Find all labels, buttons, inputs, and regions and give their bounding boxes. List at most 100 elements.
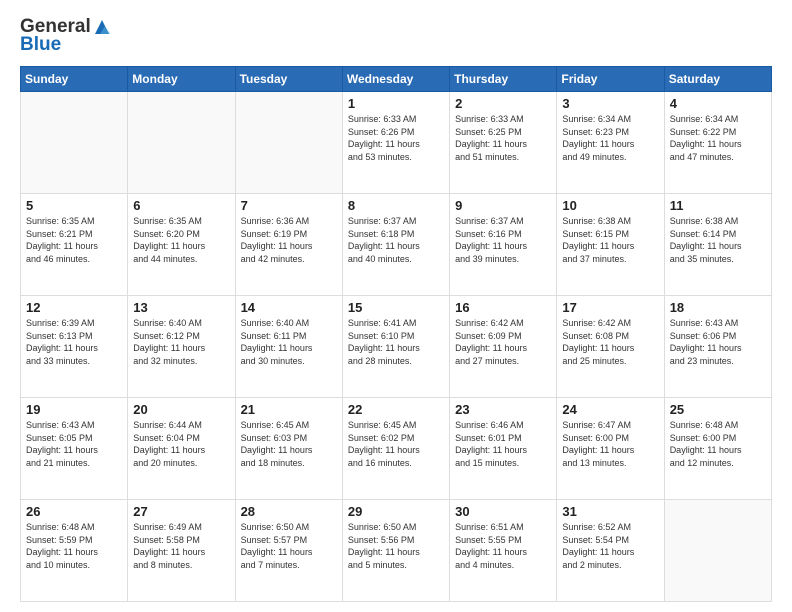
day-number: 28	[241, 504, 337, 519]
page-header: General Blue	[20, 16, 772, 56]
calendar-cell: 23Sunrise: 6:46 AM Sunset: 6:01 PM Dayli…	[450, 398, 557, 500]
day-number: 19	[26, 402, 122, 417]
day-info: Sunrise: 6:33 AM Sunset: 6:26 PM Dayligh…	[348, 113, 444, 163]
day-number: 23	[455, 402, 551, 417]
day-number: 4	[670, 96, 766, 111]
calendar-week-0: 1 Sunrise: 6:33 AM Sunset: 6:26 PM Daylig…	[21, 92, 772, 194]
day-info: Sunrise: 6:45 AM Sunset: 6:02 PM Dayligh…	[348, 419, 444, 469]
calendar-cell: 28 Sunrise: 6:50 AM Sunset: 5:57 PM Dayli…	[235, 500, 342, 602]
day-number: 22	[348, 402, 444, 417]
day-info: Sunrise: 6:49 AM Sunset: 5:58 PM Dayligh…	[133, 521, 229, 571]
day-number: 26	[26, 504, 122, 519]
day-number: 18	[670, 300, 766, 315]
calendar-cell: 16 Sunrise: 6:42 AM Sunset: 6:09 PM Dayli…	[450, 296, 557, 398]
day-info: Sunrise: 6:43 AM Sunset: 6:06 PM Dayligh…	[670, 317, 766, 367]
day-info: Sunrise: 6:35 AM Sunset: 6:20 PM Dayligh…	[133, 215, 229, 265]
calendar-week-3: 19 Sunrise: 6:43 AM Sunset: 6:05 PM Dayli…	[21, 398, 772, 500]
calendar-cell: 26 Sunrise: 6:48 AM Sunset: 5:59 PM Dayli…	[21, 500, 128, 602]
day-number: 12	[26, 300, 122, 315]
day-info: Sunrise: 6:51 AM Sunset: 5:55 PM Dayligh…	[455, 521, 551, 571]
calendar-cell: 4 Sunrise: 6:34 AM Sunset: 6:22 PM Daylig…	[664, 92, 771, 194]
day-info: Sunrise: 6:38 AM Sunset: 6:14 PM Dayligh…	[670, 215, 766, 265]
calendar-week-2: 12 Sunrise: 6:39 AM Sunset: 6:13 PM Dayli…	[21, 296, 772, 398]
day-info: Sunrise: 6:40 AM Sunset: 6:12 PM Dayligh…	[133, 317, 229, 367]
calendar-cell: 10Sunrise: 6:38 AM Sunset: 6:15 PM Dayli…	[557, 194, 664, 296]
day-number: 6	[133, 198, 229, 213]
day-info: Sunrise: 6:43 AM Sunset: 6:05 PM Dayligh…	[26, 419, 122, 469]
calendar-cell: 3 Sunrise: 6:34 AM Sunset: 6:23 PM Daylig…	[557, 92, 664, 194]
day-info: Sunrise: 6:42 AM Sunset: 6:08 PM Dayligh…	[562, 317, 658, 367]
weekday-header-friday: Friday	[557, 67, 664, 92]
day-number: 5	[26, 198, 122, 213]
logo-icon	[91, 16, 113, 38]
day-info: Sunrise: 6:34 AM Sunset: 6:23 PM Dayligh…	[562, 113, 658, 163]
calendar-cell	[664, 500, 771, 602]
day-info: Sunrise: 6:39 AM Sunset: 6:13 PM Dayligh…	[26, 317, 122, 367]
day-number: 13	[133, 300, 229, 315]
calendar-cell: 11Sunrise: 6:38 AM Sunset: 6:14 PM Dayli…	[664, 194, 771, 296]
day-info: Sunrise: 6:37 AM Sunset: 6:16 PM Dayligh…	[455, 215, 551, 265]
day-info: Sunrise: 6:48 AM Sunset: 6:00 PM Dayligh…	[670, 419, 766, 469]
calendar-cell: 7 Sunrise: 6:36 AM Sunset: 6:19 PM Daylig…	[235, 194, 342, 296]
day-number: 24	[562, 402, 658, 417]
day-info: Sunrise: 6:52 AM Sunset: 5:54 PM Dayligh…	[562, 521, 658, 571]
day-info: Sunrise: 6:50 AM Sunset: 5:57 PM Dayligh…	[241, 521, 337, 571]
weekday-header-sunday: Sunday	[21, 67, 128, 92]
calendar-cell: 19 Sunrise: 6:43 AM Sunset: 6:05 PM Dayli…	[21, 398, 128, 500]
calendar-cell: 14 Sunrise: 6:40 AM Sunset: 6:11 PM Dayli…	[235, 296, 342, 398]
day-info: Sunrise: 6:48 AM Sunset: 5:59 PM Dayligh…	[26, 521, 122, 571]
day-number: 2	[455, 96, 551, 111]
day-number: 1	[348, 96, 444, 111]
day-number: 14	[241, 300, 337, 315]
day-info: Sunrise: 6:50 AM Sunset: 5:56 PM Dayligh…	[348, 521, 444, 571]
day-info: Sunrise: 6:40 AM Sunset: 6:11 PM Dayligh…	[241, 317, 337, 367]
calendar-cell: 31 Sunrise: 6:52 AM Sunset: 5:54 PM Dayli…	[557, 500, 664, 602]
day-number: 27	[133, 504, 229, 519]
calendar-cell: 20Sunrise: 6:44 AM Sunset: 6:04 PM Dayli…	[128, 398, 235, 500]
day-number: 17	[562, 300, 658, 315]
calendar-cell: 21 Sunrise: 6:45 AM Sunset: 6:03 PM Dayli…	[235, 398, 342, 500]
day-number: 7	[241, 198, 337, 213]
weekday-header-saturday: Saturday	[664, 67, 771, 92]
day-number: 21	[241, 402, 337, 417]
day-number: 9	[455, 198, 551, 213]
calendar-cell: 22 Sunrise: 6:45 AM Sunset: 6:02 PM Dayli…	[342, 398, 449, 500]
calendar-cell: 6 Sunrise: 6:35 AM Sunset: 6:20 PM Daylig…	[128, 194, 235, 296]
day-info: Sunrise: 6:42 AM Sunset: 6:09 PM Dayligh…	[455, 317, 551, 367]
day-number: 16	[455, 300, 551, 315]
calendar-cell: 5 Sunrise: 6:35 AM Sunset: 6:21 PM Daylig…	[21, 194, 128, 296]
calendar-cell: 13 Sunrise: 6:40 AM Sunset: 6:12 PM Dayli…	[128, 296, 235, 398]
weekday-header-tuesday: Tuesday	[235, 67, 342, 92]
calendar-cell: 30 Sunrise: 6:51 AM Sunset: 5:55 PM Dayli…	[450, 500, 557, 602]
weekday-header-wednesday: Wednesday	[342, 67, 449, 92]
calendar-cell: 25 Sunrise: 6:48 AM Sunset: 6:00 PM Dayli…	[664, 398, 771, 500]
day-number: 8	[348, 198, 444, 213]
weekday-header-thursday: Thursday	[450, 67, 557, 92]
calendar-cell: 17 Sunrise: 6:42 AM Sunset: 6:08 PM Dayli…	[557, 296, 664, 398]
day-number: 31	[562, 504, 658, 519]
calendar-cell: 27 Sunrise: 6:49 AM Sunset: 5:58 PM Dayli…	[128, 500, 235, 602]
weekday-header-monday: Monday	[128, 67, 235, 92]
day-info: Sunrise: 6:34 AM Sunset: 6:22 PM Dayligh…	[670, 113, 766, 163]
day-info: Sunrise: 6:35 AM Sunset: 6:21 PM Dayligh…	[26, 215, 122, 265]
day-number: 15	[348, 300, 444, 315]
day-info: Sunrise: 6:41 AM Sunset: 6:10 PM Dayligh…	[348, 317, 444, 367]
calendar-cell: 12 Sunrise: 6:39 AM Sunset: 6:13 PM Dayli…	[21, 296, 128, 398]
day-info: Sunrise: 6:47 AM Sunset: 6:00 PM Dayligh…	[562, 419, 658, 469]
day-number: 30	[455, 504, 551, 519]
weekday-header-row: SundayMondayTuesdayWednesdayThursdayFrid…	[21, 67, 772, 92]
logo: General Blue	[20, 16, 113, 56]
calendar-week-4: 26 Sunrise: 6:48 AM Sunset: 5:59 PM Dayli…	[21, 500, 772, 602]
day-number: 3	[562, 96, 658, 111]
day-info: Sunrise: 6:37 AM Sunset: 6:18 PM Dayligh…	[348, 215, 444, 265]
day-number: 10	[562, 198, 658, 213]
calendar-cell: 9 Sunrise: 6:37 AM Sunset: 6:16 PM Daylig…	[450, 194, 557, 296]
calendar-cell: 8 Sunrise: 6:37 AM Sunset: 6:18 PM Daylig…	[342, 194, 449, 296]
calendar-cell: 29Sunrise: 6:50 AM Sunset: 5:56 PM Dayli…	[342, 500, 449, 602]
day-number: 25	[670, 402, 766, 417]
day-info: Sunrise: 6:45 AM Sunset: 6:03 PM Dayligh…	[241, 419, 337, 469]
calendar-table: SundayMondayTuesdayWednesdayThursdayFrid…	[20, 66, 772, 602]
calendar-cell: 2 Sunrise: 6:33 AM Sunset: 6:25 PM Daylig…	[450, 92, 557, 194]
day-info: Sunrise: 6:36 AM Sunset: 6:19 PM Dayligh…	[241, 215, 337, 265]
day-info: Sunrise: 6:33 AM Sunset: 6:25 PM Dayligh…	[455, 113, 551, 163]
